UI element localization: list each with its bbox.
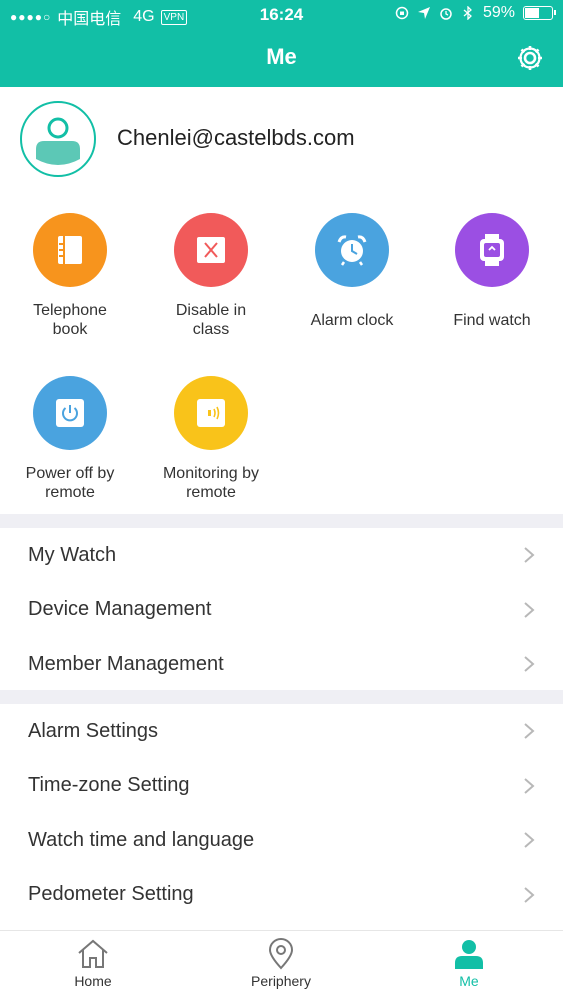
section-divider (0, 514, 563, 528)
feature-alarm-clock[interactable]: Alarm clock (282, 213, 422, 330)
person-icon (455, 940, 483, 969)
disable-in-class-button[interactable] (174, 213, 248, 287)
menu-item-watch-time-language[interactable]: Watch time and language (0, 813, 563, 868)
menu-group-settings: Alarm Settings Time-zone Setting Watch t… (0, 704, 563, 922)
status-bar: ●●●●○ 中国电信 4G VPN 16:24 59% (0, 0, 563, 30)
power-off-button[interactable] (33, 376, 107, 450)
monitoring-button[interactable] (174, 376, 248, 450)
orientation-lock-icon (395, 6, 409, 20)
tab-home[interactable]: Home (23, 937, 163, 989)
menu-item-label: Member Management (28, 652, 224, 675)
chevron-right-icon (524, 886, 535, 903)
menu-item-my-watch[interactable]: My Watch (0, 528, 563, 583)
chevron-right-icon (524, 601, 535, 618)
tab-label: Home (74, 973, 112, 989)
menu-item-label: My Watch (28, 543, 117, 566)
tab-label: Periphery (251, 973, 311, 989)
menu-item-pedometer-setting[interactable]: Pedometer Setting (0, 868, 563, 923)
menu-item-alarm-settings[interactable]: Alarm Settings (0, 704, 563, 759)
feature-label: Disable in class (175, 302, 247, 338)
disable-icon (197, 237, 225, 263)
menu-item-label: Time-zone Setting (28, 774, 190, 797)
menu-item-label: Alarm Settings (28, 719, 159, 742)
power-icon (56, 399, 84, 427)
feature-label: Power off by remote (25, 465, 115, 501)
profile-section[interactable]: Chenlei@castelbds.com (0, 87, 563, 192)
tab-me[interactable]: Me (399, 937, 539, 989)
book-icon (58, 236, 82, 264)
telephone-book-button[interactable] (33, 213, 107, 287)
menu-item-device-management[interactable]: Device Management (0, 583, 563, 638)
monitor-icon (197, 399, 225, 427)
location-icon (417, 7, 430, 19)
alarm-icon (337, 235, 367, 266)
menu-item-member-management[interactable]: Member Management (0, 637, 563, 692)
menu-item-time-zone-setting[interactable]: Time-zone Setting (0, 759, 563, 814)
menu-item-label: Device Management (28, 598, 212, 621)
feature-label: Monitoring by remote (162, 465, 260, 501)
bluetooth-icon (463, 6, 472, 20)
profile-email: Chenlei@castelbds.com (117, 125, 355, 150)
menu-item-label: Watch time and language (28, 828, 255, 851)
top-bar: ●●●●○ 中国电信 4G VPN 16:24 59% Me (0, 0, 563, 87)
tab-label: Me (459, 973, 479, 989)
chevron-right-icon (524, 547, 535, 564)
home-icon (78, 939, 108, 968)
tab-bar: Home Periphery Me (0, 930, 563, 1000)
user-avatar-icon (36, 117, 80, 165)
chevron-right-icon (524, 832, 535, 849)
title-bar: Me (0, 30, 563, 87)
page-title: Me (266, 44, 297, 69)
section-divider (0, 690, 563, 704)
feature-label: Telephone book (33, 302, 107, 338)
tab-periphery[interactable]: Periphery (211, 937, 351, 989)
feature-disable-in-class[interactable]: Disable in class (141, 213, 281, 339)
feature-label: Find watch (453, 312, 531, 329)
alarm-clock-button[interactable] (315, 213, 389, 287)
chevron-right-icon (524, 777, 535, 794)
feature-label: Alarm clock (310, 312, 394, 329)
location-pin-icon (268, 938, 294, 970)
avatar[interactable] (20, 101, 96, 177)
menu-group-device: My Watch Device Management Member Manage… (0, 528, 563, 692)
chevron-right-icon (524, 723, 535, 740)
watch-icon (480, 234, 504, 266)
feature-monitoring-by-remote[interactable]: Monitoring by remote (141, 376, 281, 502)
chevron-right-icon (524, 656, 535, 673)
feature-find-watch[interactable]: Find watch (422, 213, 562, 330)
alarm-status-icon (440, 8, 452, 20)
find-watch-button[interactable] (455, 213, 529, 287)
battery-percent: 59% (482, 4, 515, 21)
feature-telephone-book[interactable]: Telephone book (0, 213, 140, 339)
battery-icon (523, 6, 556, 20)
feature-power-off-by-remote[interactable]: Power off by remote (0, 376, 140, 502)
gear-icon[interactable] (515, 43, 545, 73)
menu-item-label: Pedometer Setting (28, 883, 194, 906)
